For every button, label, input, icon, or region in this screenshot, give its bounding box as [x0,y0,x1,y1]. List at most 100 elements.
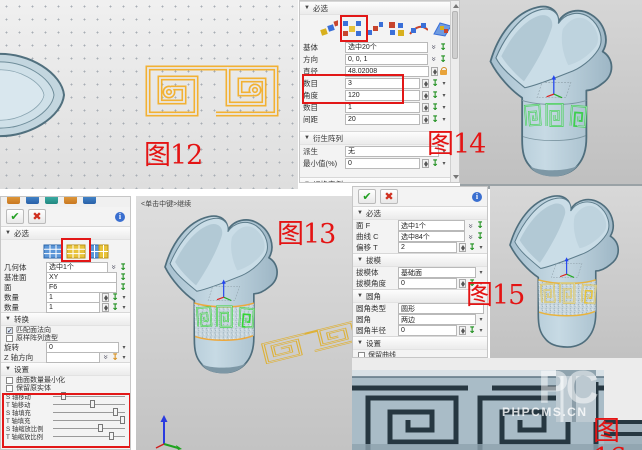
ok-button[interactable]: ✔ [358,189,376,204]
expand-chevron-icon[interactable]: » [430,44,438,51]
polygon-pattern-icon[interactable] [365,20,383,37]
spinner[interactable] [422,103,429,112]
slider-track[interactable] [53,412,125,413]
checkbox[interactable] [6,385,13,392]
angle-input[interactable]: 120 [345,90,420,101]
slider-thumb[interactable] [90,400,95,408]
spinner[interactable] [422,115,429,124]
pick-arrow-icon[interactable]: ↧ [476,232,484,241]
slider-thumb[interactable] [98,424,103,432]
slider-track[interactable] [53,420,125,421]
info-icon[interactable]: i [472,192,482,202]
dropdown-caret-icon[interactable]: ▾ [478,327,484,334]
spinner[interactable] [459,326,466,335]
meander-sketch[interactable] [142,62,282,122]
dropdown-caret-icon[interactable]: ▾ [121,344,127,351]
expand-chevron-icon[interactable]: » [102,354,110,361]
collapse-icon[interactable]: ▼ [304,181,310,183]
collapse-icon[interactable]: ▼ [304,5,310,11]
dropdown-caret-icon[interactable]: ▾ [478,316,484,323]
pick-arrow-icon[interactable]: ↧ [119,263,127,272]
collapse-icon[interactable]: ▼ [304,135,310,141]
slider-track[interactable] [53,436,125,437]
min-value-input[interactable]: 0 [345,158,420,169]
spacing-input[interactable]: 20 [345,114,420,125]
offset-t-input[interactable]: 2 [398,242,457,253]
pick-arrow-icon[interactable]: ↧ [439,43,447,52]
pick-arrow-icon[interactable]: ↧ [431,79,439,88]
expand-chevron-icon[interactable]: » [467,222,475,229]
collapse-icon[interactable]: ▼ [357,210,363,216]
collapse-icon[interactable]: ▼ [5,230,11,236]
spinner[interactable] [459,279,466,288]
collapse-icon[interactable]: ▼ [357,293,363,299]
pick-arrow-icon[interactable]: ↧ [431,91,439,100]
face-f-input[interactable]: 选中1个 [398,220,465,231]
section-transform[interactable]: ▼ 转换 [1,312,130,326]
expand-chevron-icon[interactable]: » [467,233,475,240]
pick-arrow-orange-icon[interactable]: ↧ [111,353,119,362]
checkbox[interactable] [6,335,13,342]
pick-arrow-icon[interactable]: ↧ [439,55,447,64]
expand-chevron-icon[interactable]: » [110,264,118,271]
wrap-to-plane-icon[interactable] [43,244,63,259]
section-required[interactable]: ▼ 必选 [353,206,487,220]
slider-track[interactable] [53,396,125,397]
dropdown-caret-icon[interactable]: ▾ [441,92,447,99]
count-v-input[interactable]: 1 [46,302,100,313]
wrap-to-curve-icon[interactable] [89,244,109,259]
collapse-icon[interactable]: ▼ [357,257,363,263]
spinner[interactable] [102,303,109,312]
dropdown-caret-icon[interactable]: ▾ [441,104,447,111]
slider-thumb[interactable] [61,392,66,400]
diameter-input[interactable]: 48.02008 [345,66,429,77]
fillet-radius-input[interactable]: 0 [398,325,457,336]
ok-button[interactable]: ✔ [6,209,24,224]
spinner[interactable] [422,91,429,100]
expand-chevron-icon[interactable]: » [430,56,438,63]
dropdown-caret-icon[interactable]: ▾ [478,244,484,251]
dropdown-caret-icon[interactable]: ▾ [121,354,127,361]
dropdown-caret-icon[interactable]: ▾ [441,80,447,87]
section-required[interactable]: ▼ 必选 [300,1,450,15]
number2-input[interactable]: 1 [345,102,420,113]
spinner[interactable] [422,79,429,88]
direction-input[interactable]: 0, 0, 1 [345,54,428,65]
info-icon[interactable]: i [115,212,125,222]
pick-arrow-icon[interactable]: ↧ [431,115,439,124]
checkbox[interactable] [6,377,13,384]
pick-arrow-icon[interactable]: ↧ [431,103,439,112]
pick-arrow-icon[interactable]: ↧ [468,243,476,252]
pick-arrow-icon[interactable]: ↧ [111,293,119,302]
derive-select[interactable]: 无 [345,146,439,157]
dropdown-caret-icon[interactable]: ▾ [441,116,447,123]
section-settings[interactable]: ▼ 设置 [1,362,130,376]
section-draft[interactable]: ▼ 拔模 [353,253,487,267]
pick-arrow-icon[interactable]: ↧ [119,283,127,292]
slider-thumb[interactable] [113,408,118,416]
slider-track[interactable] [53,428,125,429]
circular-pattern-icon[interactable] [342,20,360,37]
pick-arrow-icon[interactable]: ↧ [119,273,127,282]
spinner[interactable] [459,243,466,252]
dropdown-caret-icon[interactable]: ▾ [121,304,127,311]
cancel-button[interactable]: ✖ [380,189,398,204]
linear-pattern-icon[interactable] [320,20,338,37]
wrap-to-face-icon[interactable] [66,244,86,259]
section-required[interactable]: ▼ 必选 [1,226,130,240]
dropdown-caret-icon[interactable]: ▾ [121,294,127,301]
slider-thumb[interactable] [120,416,125,424]
pick-arrow-icon[interactable]: ↧ [111,303,119,312]
collapse-icon[interactable]: ▼ [5,316,11,322]
spinner[interactable] [102,293,109,302]
slider-thumb[interactable] [109,432,114,440]
spinner[interactable] [431,67,438,76]
draft-angle-input[interactable]: 0 [398,278,457,289]
checkbox[interactable] [6,327,13,334]
pick-arrow-icon[interactable]: ↧ [476,221,484,230]
lock-icon[interactable] [440,67,447,75]
at-curves-pattern-icon[interactable] [409,20,427,37]
section-toggle-instance[interactable]: ▼ 切换实例 [300,177,450,183]
cancel-button[interactable]: ✖ [28,209,46,224]
number-input[interactable]: 3 [345,78,420,89]
